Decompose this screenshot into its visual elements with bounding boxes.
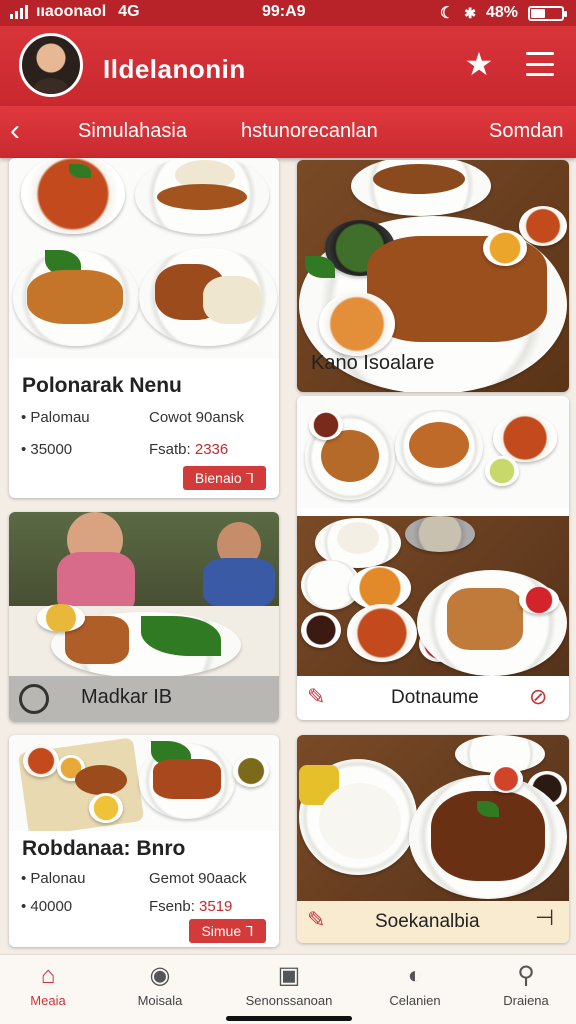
restaurant-photo [9, 512, 279, 680]
nav-item-bowl[interactable]: ◐ Celanien [365, 961, 465, 1008]
storefront-icon: ▣ [277, 962, 301, 989]
nav-item-bag[interactable]: ◉ Moisala [110, 961, 210, 1008]
avatar[interactable] [19, 33, 83, 97]
menu-card[interactable]: Robdanaa: Bnro • Palonau Gemot 90aack • … [9, 735, 279, 947]
meta-left-text: Palomau [30, 409, 90, 426]
menu-card[interactable]: Madkar IB [9, 512, 279, 722]
tab-somdan[interactable]: Somdan [489, 120, 564, 143]
food-photo [9, 158, 279, 358]
price-right-value: 3519 [199, 898, 233, 915]
nav-item-search[interactable]: ⚲ Draiena [476, 961, 576, 1008]
nav-label: Meaia [30, 993, 66, 1008]
app-title: Ildelanonin [103, 54, 246, 84]
price-right-value: 2336 [194, 441, 229, 458]
price-right-label: Fsatb: [149, 441, 191, 458]
app-header: Ildelanonin ★ [0, 26, 576, 106]
card-band: Madkar IB [9, 676, 279, 722]
search-icon: ⚲ [517, 962, 535, 989]
star-icon[interactable]: ★ [462, 46, 496, 82]
pencil-icon[interactable]: ✎ [307, 907, 325, 933]
nav-label: Senonssanoan [245, 993, 333, 1008]
signal-bars-icon [10, 5, 28, 19]
battery-percent: 48% [485, 4, 518, 21]
bag-icon: ◉ [149, 962, 171, 989]
overlay-label: Kano Isoalare [311, 352, 435, 374]
menu-card[interactable]: ✎ Dotnaume ⊘ [297, 396, 569, 720]
bluetooth-icon: ✱ [464, 4, 476, 21]
home-icon: ⌂ [40, 962, 56, 989]
card-title: Polonarak Nenu [22, 374, 182, 397]
meta-right: Gemot 90aack [149, 870, 247, 887]
meta-left: • Palomau [21, 409, 90, 426]
nav-label: Moisala [137, 993, 183, 1008]
price-right: Fsatb: 2336 [149, 441, 228, 458]
bowl-icon: ◐ [407, 962, 423, 989]
order-button[interactable]: Simue ᒣ [189, 919, 266, 943]
clock: 99:A9 [262, 3, 306, 20]
return-icon[interactable]: ⊣ [535, 905, 554, 931]
tab-bar: ‹ Simulahasia hstunorecanlan Somdan [0, 106, 576, 158]
price-left-value: 35000 [30, 441, 73, 458]
card-band: ✎ Soekanalbia ⊣ [297, 901, 569, 943]
card-label: Dotnaume [391, 687, 479, 708]
food-photo [297, 516, 569, 676]
moon-icon: ☾ [439, 5, 455, 22]
nav-label: Draiena [503, 993, 549, 1008]
network-type: 4G [118, 3, 140, 20]
no-utensils-icon[interactable]: ⊘ [529, 684, 547, 710]
chevron-left-icon[interactable]: ‹ [10, 116, 38, 148]
nav-item-home[interactable]: ⌂ Meaia [0, 961, 98, 1008]
price-left: • 40000 [21, 898, 73, 915]
price-right: Fsenb: 3519 [149, 898, 232, 915]
tab-hstunorecanlan[interactable]: hstunorecanlan [241, 120, 378, 143]
card-title: Robdanaa: Bnro [22, 837, 186, 860]
food-photo [297, 735, 569, 901]
bottom-nav: ⌂ Meaia ◉ Moisala ▣ Senonssanoan ◐ Celan… [0, 954, 576, 1024]
card-label: Soekanalbia [375, 911, 480, 932]
check-circle-icon [19, 684, 49, 714]
nav-label: Celanien [389, 993, 441, 1008]
price-left-value: 40000 [30, 898, 73, 915]
nav-item-store[interactable]: ▣ Senonssanoan [239, 961, 339, 1008]
home-indicator[interactable] [226, 1016, 352, 1021]
menu-card[interactable]: Kano Isoalare [297, 160, 569, 392]
order-button[interactable]: Bienaio ᒣ [183, 466, 266, 490]
pencil-icon[interactable]: ✎ [307, 684, 325, 710]
battery-icon [528, 5, 567, 21]
meta-right: Cowot 90ansk [149, 409, 245, 426]
menu-card[interactable]: ✎ Soekanalbia ⊣ [297, 735, 569, 943]
food-photo [297, 396, 569, 508]
price-right-label: Fsenb: [149, 898, 195, 915]
hamburger-menu-icon[interactable] [526, 52, 554, 76]
meta-left: • Palonau [21, 870, 86, 887]
card-label: Madkar IB [81, 686, 173, 708]
tab-simulahasia[interactable]: Simulahasia [78, 120, 187, 143]
meta-left-text: Palonau [30, 870, 86, 887]
status-bar: ııaoonaol 4G 99:A9 ☾ ✱ 48% [0, 0, 576, 26]
price-left: • 35000 [21, 441, 73, 458]
menu-card[interactable]: Polonarak Nenu • Palomau Cowot 90ansk • … [9, 158, 279, 498]
carrier-name: ııaoonaol [36, 3, 107, 20]
food-photo [9, 735, 279, 831]
